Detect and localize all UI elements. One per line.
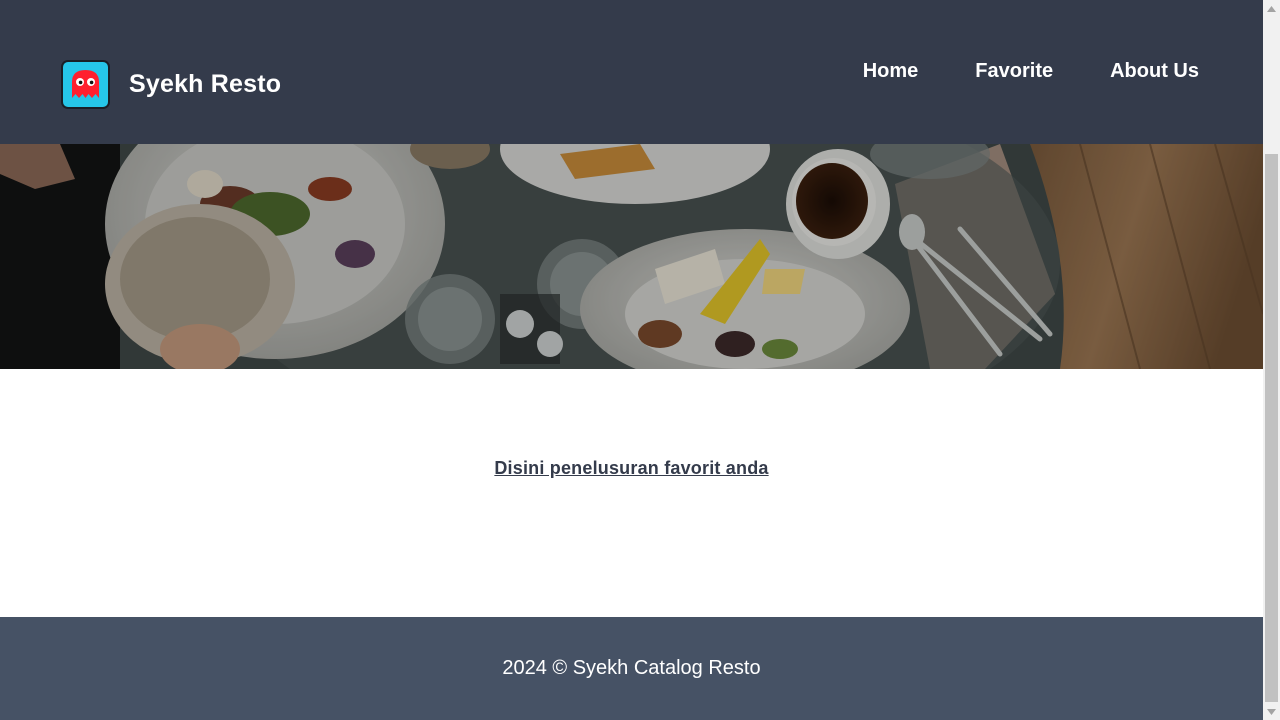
nav-item-about-us: About Us: [1053, 56, 1199, 87]
nav-link-about-us[interactable]: About Us: [1110, 56, 1199, 87]
ghost-icon: [61, 60, 110, 109]
main-content: Disini penelusuran favorit anda: [0, 369, 1263, 617]
favorite-explore-link[interactable]: Disini penelusuran favorit anda: [494, 458, 768, 478]
scrollbar-thumb[interactable]: [1265, 154, 1278, 702]
hero-image: [0, 144, 1263, 369]
app-bar: Syekh Resto Home Favorite About Us: [0, 0, 1263, 144]
main-nav: Home Favorite About Us: [806, 56, 1199, 87]
footer-copyright: 2024 © Syekh Catalog Resto: [502, 657, 761, 679]
footer: 2024 © Syekh Catalog Resto: [0, 617, 1263, 720]
scroll-up-arrow-icon[interactable]: [1263, 0, 1280, 17]
page: Syekh Resto Home Favorite About Us Disin…: [0, 0, 1263, 720]
favorite-section: Disini penelusuran favorit anda: [0, 458, 1263, 479]
nav-item-home: Home: [806, 56, 919, 87]
nav-link-home[interactable]: Home: [863, 56, 919, 87]
app-title: Syekh Resto: [129, 70, 282, 98]
vertical-scrollbar[interactable]: [1263, 0, 1280, 720]
nav-item-favorite: Favorite: [918, 56, 1053, 87]
nav-link-favorite[interactable]: Favorite: [975, 56, 1053, 87]
brand[interactable]: Syekh Resto: [61, 60, 281, 109]
scroll-down-arrow-icon[interactable]: [1263, 703, 1280, 720]
